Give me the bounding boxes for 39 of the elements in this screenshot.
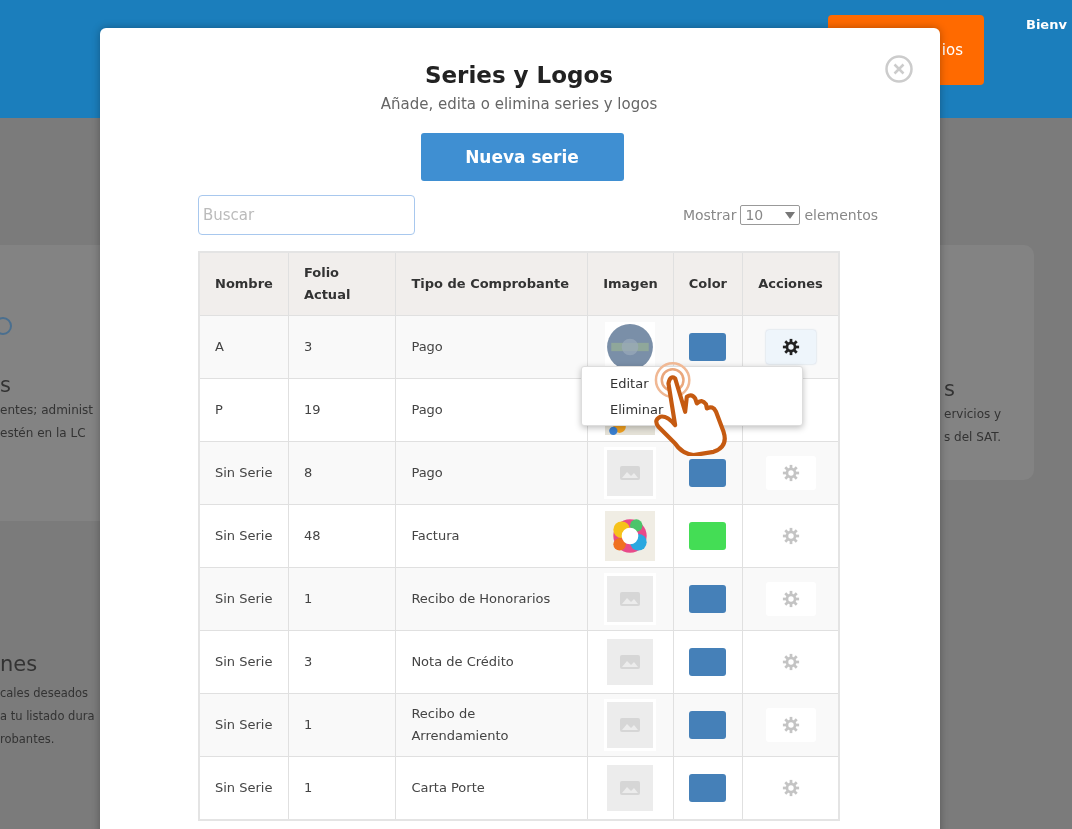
table-cell: 8: [288, 441, 396, 505]
modal-subtitle: Añade, edita o elimina series y logos: [379, 94, 659, 115]
table-cell: 1: [288, 567, 396, 631]
table-cell: 3: [288, 630, 396, 694]
table-cell: 3: [288, 315, 396, 379]
column-header[interactable]: Color: [673, 252, 743, 316]
table-cell: P: [199, 378, 289, 442]
table-cell: 48: [288, 504, 396, 568]
card-title: nes: [0, 651, 39, 678]
table-cell: Nota de Crédito: [395, 630, 588, 694]
table-cell: Sin Serie: [199, 441, 289, 505]
table-cell: Pago: [395, 315, 588, 379]
column-header[interactable]: Nombre: [199, 252, 289, 316]
table-cell: Recibo de Honorarios: [395, 567, 588, 631]
column-header[interactable]: Imagen: [587, 252, 674, 316]
card-title: s: [944, 376, 956, 403]
card-text: entes; administ estén en la LC: [0, 402, 95, 442]
table-cell: A: [199, 315, 289, 379]
column-header[interactable]: Acciones: [742, 252, 839, 316]
table-cell: Sin Serie: [199, 630, 289, 694]
elements-label: elementos: [804, 207, 878, 223]
table-cell: 1: [288, 693, 396, 757]
table-cell: Sin Serie: [199, 567, 289, 631]
show-label: Mostrar: [682, 207, 737, 223]
page-size-select[interactable]: 10: [740, 205, 801, 225]
table-cell: Pago: [395, 441, 588, 505]
table-cell: Recibo de Arrendamiento: [395, 693, 588, 757]
greeting-text: Bienv: [1026, 17, 1067, 32]
modal-title: Series y Logos: [423, 61, 615, 90]
card-text: ervicios y s del SAT.: [944, 406, 1003, 446]
table-cell: Sin Serie: [199, 504, 289, 568]
column-header[interactable]: Folio Actual: [288, 252, 396, 316]
card-text: cales deseados a tu listado dura robantes.: [0, 685, 95, 748]
table-cell: Factura: [395, 504, 588, 568]
table-cell: Sin Serie: [199, 693, 289, 757]
card-title: s: [0, 372, 12, 399]
search-field[interactable]: Buscar: [198, 195, 415, 235]
table-cell: 19: [288, 378, 396, 442]
column-header[interactable]: Tipo de Comprobante: [395, 252, 588, 316]
